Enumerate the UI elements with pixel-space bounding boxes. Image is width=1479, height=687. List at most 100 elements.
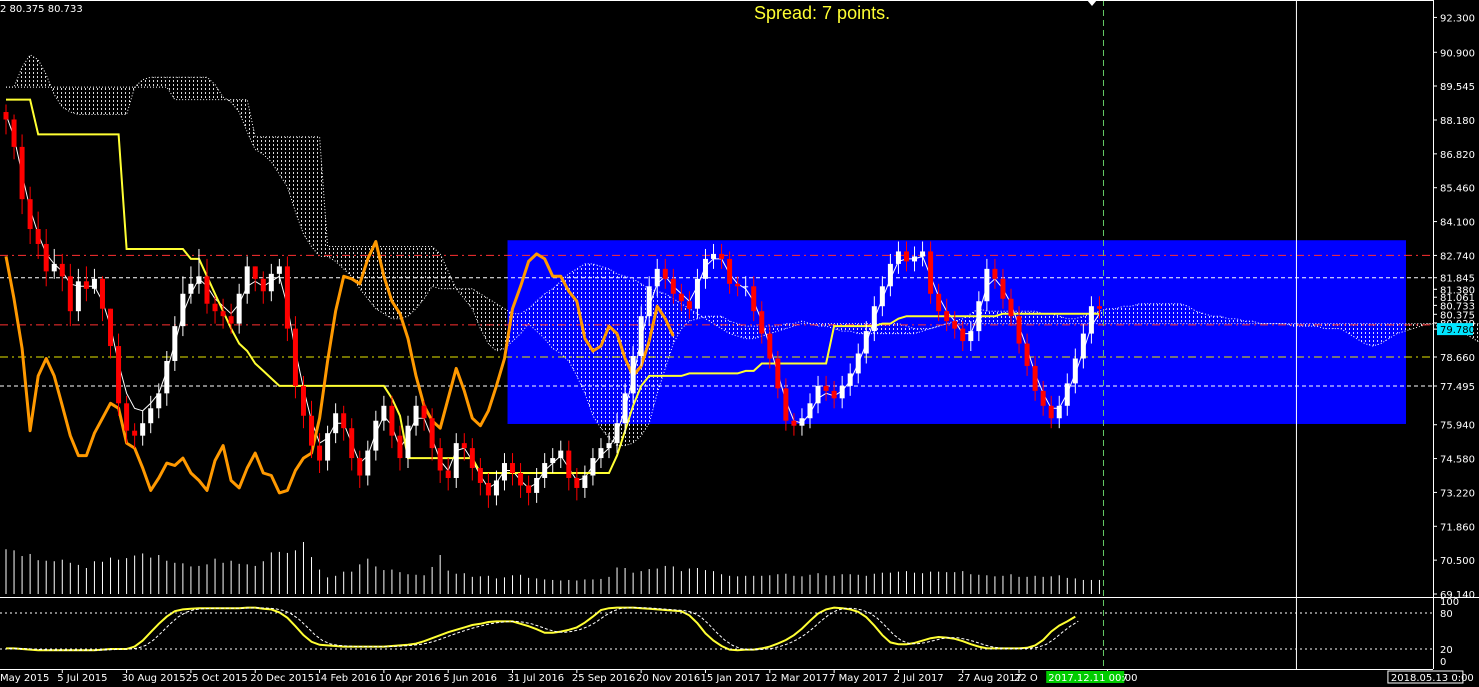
candle-body [397,435,403,459]
candle-body [317,445,323,461]
time-tick-label: 12 Mar 2017 [765,673,828,684]
trading-chart[interactable]: 92.300 90.900 89.545 88.180 86.820 85.460 84.1… [0,0,1479,687]
candle-body [534,477,540,493]
candle-body [743,286,749,288]
time-tick-label: 25 Oct 2015 [186,673,248,684]
time-tick-label: 25 Sep 2016 [572,673,635,684]
candle-body [606,443,612,449]
candle-body [204,276,210,304]
candle-body [686,301,692,309]
candle-body [91,278,97,289]
time-tick-label: 15 Jan 2017 [700,673,760,684]
time-tick-label: 20 Dec 2015 [250,673,314,684]
candle-body [590,458,596,476]
time-cursor-label: 2018.05.13 0:00 [1391,673,1474,684]
time-tick-label: 5 Jul 2015 [57,673,107,684]
price-tick: 71.860 [1433,522,1475,533]
candle-body [879,286,885,307]
candle-body [19,146,25,200]
candle-body [453,443,459,478]
price-tick-label: 88.180 [1440,116,1475,127]
candle-body [871,306,877,332]
candle-body [992,268,998,279]
price-tick-label: 73.220 [1440,488,1475,499]
candle-body [920,251,926,257]
candle-body [1008,298,1014,317]
price-tick-label: 70.500 [1440,556,1475,567]
candle-body [156,393,162,409]
candle-body [11,119,17,147]
candle-body [654,268,660,287]
candle-body [220,311,226,317]
spread-indicator: Spread: 7 points. [754,3,890,23]
candle-body [566,450,572,478]
candle-body [228,316,234,324]
candle-body [727,258,733,284]
candle-body [27,199,33,230]
candle-body [292,328,298,386]
candle-body [172,326,178,361]
candle-body [309,415,315,446]
candle-body [284,266,290,329]
price-tick-label: 92.300 [1440,13,1475,24]
time-tick-label: 5 Jun 2016 [443,673,497,684]
candle-body [662,268,668,279]
candle-body [35,229,41,244]
candle-body [341,413,347,429]
candle-body [510,463,516,474]
candle-body [132,430,138,436]
candle-body [99,278,105,309]
candle-body [1040,390,1046,406]
candle-body [719,253,725,259]
candle-body [501,463,507,481]
time-marker-label: 2017.12.11 00:00 [1048,673,1137,684]
candle-body [477,468,483,483]
candle-body [863,331,869,354]
candle-body [928,251,934,294]
candle-body [300,385,306,416]
price-tick: 77.495 [1433,382,1475,393]
candle-body [630,356,636,394]
price-tick: 86.820 [1433,150,1475,161]
price-tick: 81.845 [1433,274,1475,285]
candle-body [421,405,427,419]
candle-body [887,263,893,287]
candle-body [670,278,676,294]
candle-body [582,475,588,488]
time-tick-label: 27 Aug 2017 [958,673,1022,684]
price-tick: 89.545 [1433,82,1475,93]
stochastic-tick-label: 100 [1440,597,1459,608]
candle-body [1056,405,1062,419]
candle-body [260,278,266,292]
candle-body [108,308,114,347]
stochastic-tick-label: 0 [1440,657,1446,668]
candle-body [333,413,339,434]
candle[interactable] [284,256,290,342]
stochastic-tick-label: 80 [1440,609,1453,620]
time-label: 2017.12.11 00:00 [1046,671,1138,684]
candle-body [485,482,491,496]
candle-body [574,477,580,488]
price-tick-label: 78.660 [1440,353,1475,364]
candle-body [180,293,186,327]
candle-body [711,253,717,259]
candle-body [783,388,789,421]
time-tick-label: 7 May 2017 [829,673,888,684]
candle-body [984,268,990,302]
candle-body [831,390,837,399]
candle-body [469,448,475,469]
candle-body [373,420,379,451]
price-tick: 90.900 [1433,48,1475,59]
price-tick: 88.180 [1433,116,1475,127]
candle-body [735,283,741,287]
candle-body [903,251,909,262]
candle-body [188,283,194,294]
candle-body [212,303,218,312]
candle-body [936,293,942,312]
candle-body [542,463,548,478]
candle-body [694,278,700,309]
candle-body [895,251,901,264]
candle-body [413,405,419,426]
candle-body [365,450,371,476]
candle-body [598,448,604,459]
